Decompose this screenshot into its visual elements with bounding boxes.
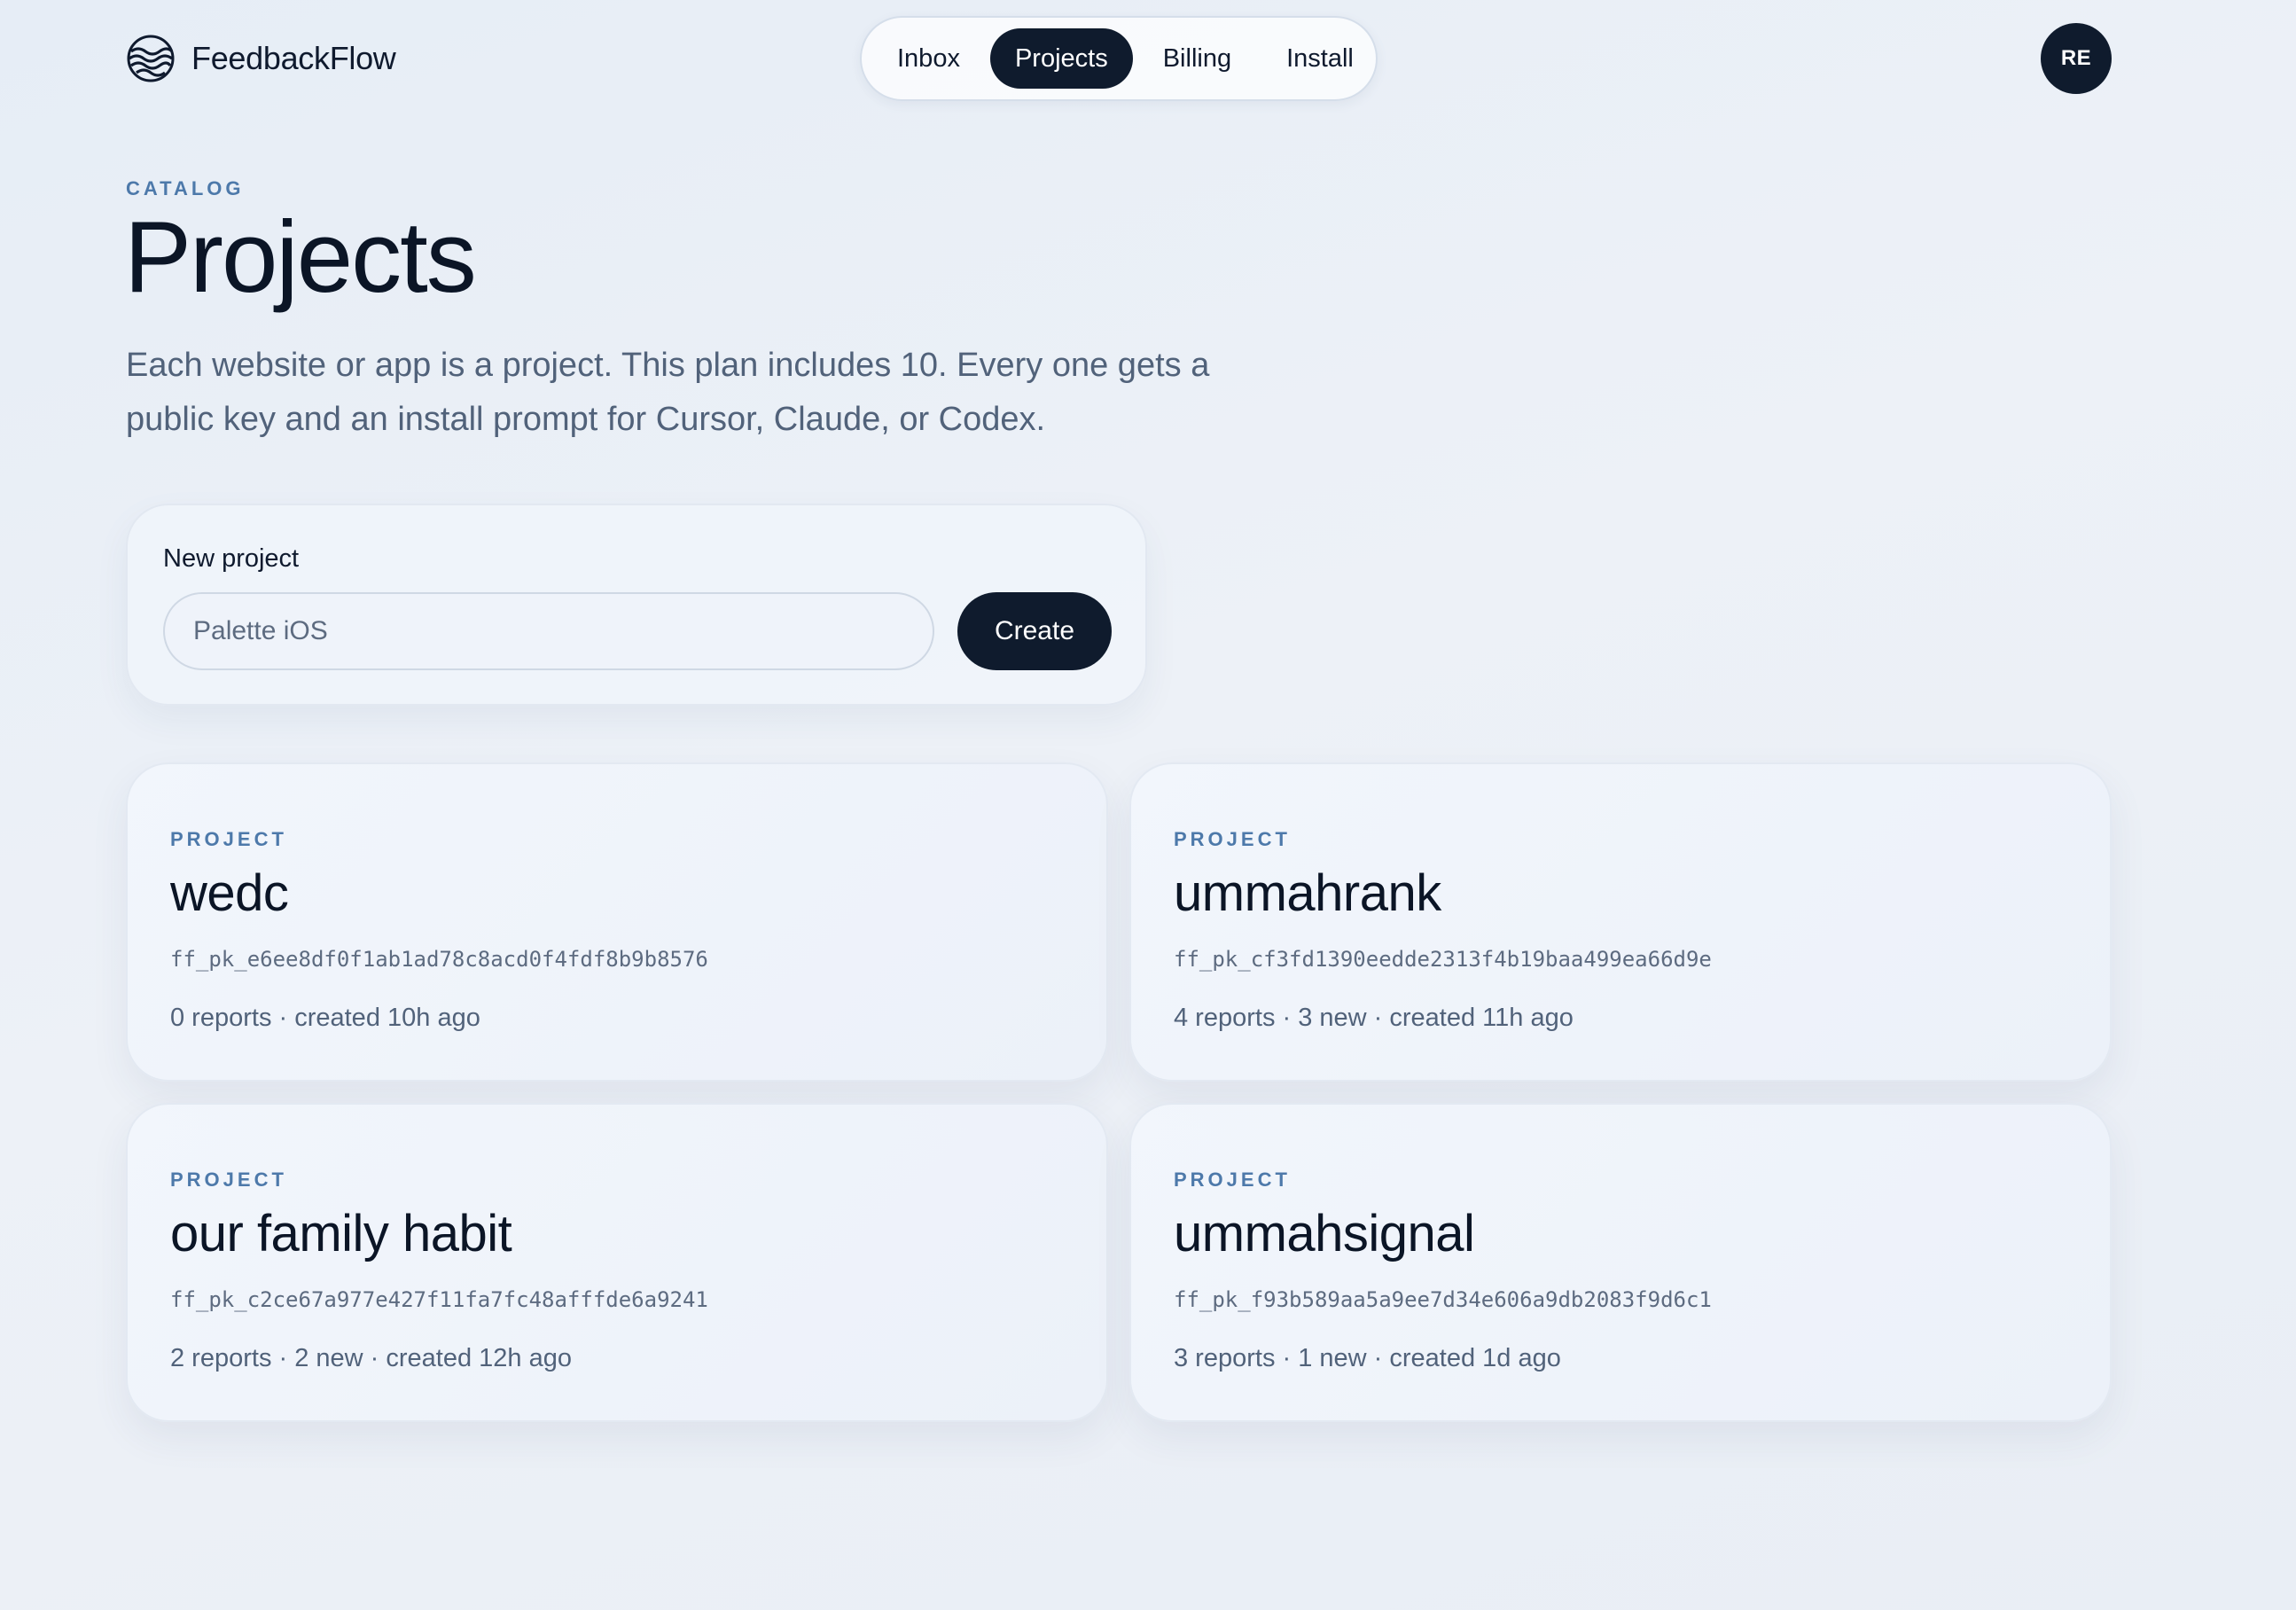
project-public-key: ff_pk_cf3fd1390eedde2313f4b19baa499ea66d… [1174, 947, 1712, 972]
project-card[interactable]: PROJECT ummahsignal ff_pk_f93b589aa5a9ee… [1129, 1103, 2112, 1422]
project-card[interactable]: PROJECT wedc ff_pk_e6ee8df0f1ab1ad78c8ac… [126, 762, 1108, 1082]
page-title: Projects [124, 201, 477, 314]
page-eyebrow: CATALOG [126, 177, 245, 199]
create-button[interactable]: Create [957, 592, 1112, 670]
project-name-input[interactable] [163, 592, 934, 670]
card-kicker: PROJECT [1174, 828, 1291, 850]
card-kicker: PROJECT [170, 1168, 287, 1191]
nav-item-install[interactable]: Install [1261, 28, 1378, 89]
project-meta: 4 reports · 3 new · created 11h ago [1174, 1004, 1574, 1032]
project-public-key: ff_pk_c2ce67a977e427f11fa7fc48afffde6a92… [170, 1287, 708, 1312]
project-name: ummahrank [1174, 864, 1441, 922]
project-card[interactable]: PROJECT ummahrank ff_pk_cf3fd1390eedde23… [1129, 762, 2112, 1082]
brand-name: FeedbackFlow [191, 40, 396, 76]
project-public-key: ff_pk_f93b589aa5a9ee7d34e606a9db2083f9d6… [1174, 1287, 1712, 1312]
project-public-key: ff_pk_e6ee8df0f1ab1ad78c8acd0f4fdf8b9b85… [170, 947, 708, 972]
card-kicker: PROJECT [1174, 1168, 1291, 1191]
new-project-label: New project [163, 544, 300, 573]
project-name: ummahsignal [1174, 1205, 1475, 1262]
brand[interactable]: FeedbackFlow [126, 34, 396, 83]
project-name: wedc [170, 864, 289, 922]
new-project-panel: New project Create [126, 504, 1147, 706]
top-header: FeedbackFlow Inbox Projects Billing Inst… [0, 0, 2296, 120]
nav-item-billing[interactable]: Billing [1138, 28, 1256, 89]
project-meta: 0 reports · created 10h ago [170, 1004, 480, 1032]
user-avatar[interactable]: RE [2041, 23, 2112, 94]
project-meta: 2 reports · 2 new · created 12h ago [170, 1344, 572, 1372]
main-nav: Inbox Projects Billing Install [860, 16, 1378, 101]
brand-logo-icon [127, 35, 175, 82]
project-card[interactable]: PROJECT our family habit ff_pk_c2ce67a97… [126, 1103, 1108, 1422]
project-name: our family habit [170, 1205, 512, 1262]
nav-item-projects[interactable]: Projects [989, 28, 1133, 89]
nav-item-inbox[interactable]: Inbox [872, 28, 985, 89]
card-kicker: PROJECT [170, 828, 287, 850]
page-description: Each website or app is a project. This p… [126, 347, 1210, 438]
project-meta: 3 reports · 1 new · created 1d ago [1174, 1344, 1561, 1372]
